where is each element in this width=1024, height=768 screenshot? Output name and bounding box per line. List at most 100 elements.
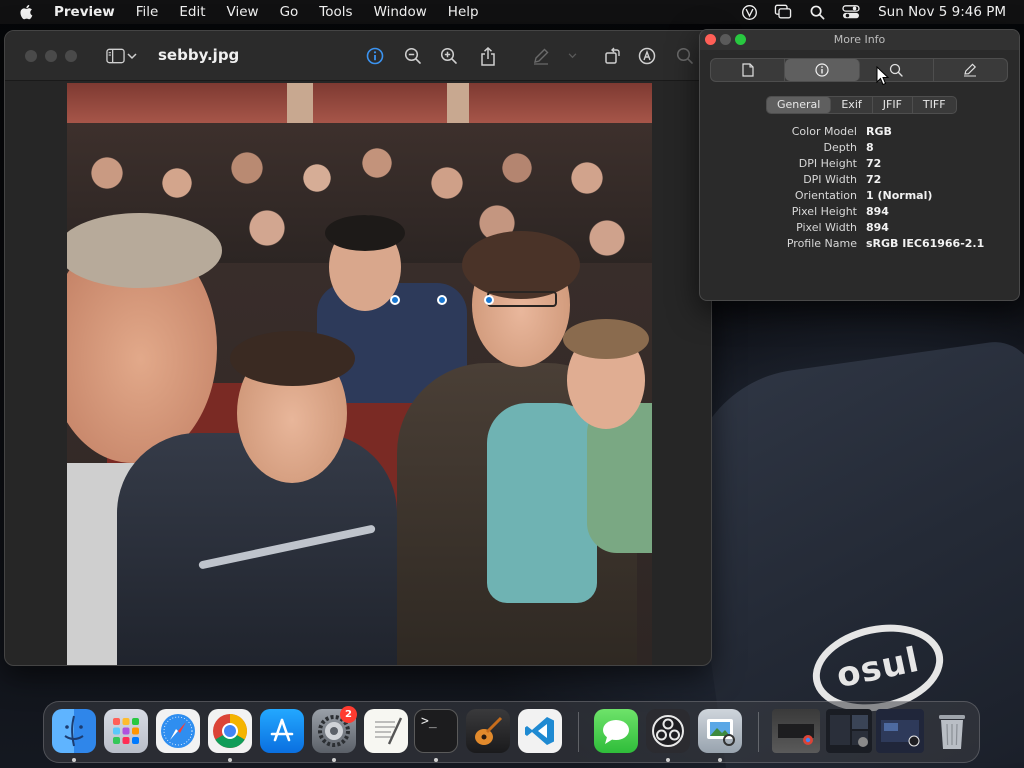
- more-info-window: More Info General Exif JFIF TIFF Color M…: [699, 29, 1020, 301]
- annotate-icon[interactable]: [635, 44, 659, 68]
- photo-person-boy2-hair: [563, 319, 649, 359]
- dock-chrome-icon[interactable]: [208, 709, 252, 753]
- info-zoom-button[interactable]: [735, 34, 746, 45]
- property-row: Depth 8: [700, 141, 1019, 157]
- info-icon: [815, 63, 829, 77]
- preview-window: sebby.jpg: [4, 30, 712, 666]
- property-key: Orientation: [794, 189, 857, 202]
- dock-minimized-window[interactable]: [772, 709, 820, 753]
- inspector-segment-annotations[interactable]: [934, 59, 1007, 81]
- dock-running-indicator: [228, 758, 232, 762]
- spotlight-icon[interactable]: [808, 3, 826, 21]
- menu-view[interactable]: View: [227, 4, 259, 20]
- dock-minimized-window[interactable]: [876, 709, 924, 753]
- window-minimize-button[interactable]: [45, 50, 57, 62]
- menu-bar: Preview File Edit View Go Tools Window H…: [0, 0, 1024, 24]
- menu-help[interactable]: Help: [448, 4, 479, 20]
- more-info-titlebar: More Info: [700, 30, 1019, 50]
- dock-trash-icon[interactable]: [930, 709, 974, 753]
- apple-icon[interactable]: [18, 3, 36, 21]
- property-row: DPI Height 72: [700, 157, 1019, 173]
- dock-safari-icon[interactable]: [156, 709, 200, 753]
- photo-person-woman-glasses: [487, 291, 557, 307]
- photo-person-back-hair: [325, 215, 405, 251]
- info-minimize-button[interactable]: [720, 34, 731, 45]
- zoom-in-icon[interactable]: [437, 44, 461, 68]
- menu-window[interactable]: Window: [374, 4, 427, 20]
- inspector-segment-document[interactable]: [711, 59, 786, 81]
- property-value: sRGB IEC61966-2.1: [866, 237, 985, 250]
- info-tab-bar: General Exif JFIF TIFF: [766, 96, 957, 114]
- dock-textedit-icon[interactable]: [364, 709, 408, 753]
- menu-bar-clock[interactable]: Sun Nov 5 9:46 PM: [878, 4, 1006, 20]
- document-icon: [742, 63, 754, 77]
- photo-person-boy-hair: [230, 331, 355, 386]
- tab-exif[interactable]: Exif: [831, 97, 873, 113]
- chevron-down-icon[interactable]: [125, 44, 139, 68]
- selection-handle[interactable]: [484, 295, 494, 305]
- property-value: 1 (Normal): [866, 189, 933, 202]
- property-key: Depth: [823, 141, 857, 154]
- dock-messages-icon[interactable]: [594, 709, 638, 753]
- property-key: Pixel Width: [796, 221, 857, 234]
- window-zoom-button[interactable]: [65, 50, 77, 62]
- menu-edit[interactable]: Edit: [179, 4, 205, 20]
- inspector-segment-info[interactable]: [785, 59, 860, 81]
- terminal-prompt-text: >_: [421, 714, 437, 729]
- property-key: Color Model: [791, 125, 857, 138]
- rotate-icon[interactable]: [600, 44, 624, 68]
- property-value: 894: [866, 205, 889, 218]
- menu-bar-status-area: Sun Nov 5 9:46 PM: [724, 0, 1006, 24]
- dock-garageband-icon[interactable]: [466, 709, 510, 753]
- dock-launchpad-icon[interactable]: [104, 709, 148, 753]
- search-icon[interactable]: [673, 44, 697, 68]
- property-row: Pixel Height 894: [700, 205, 1019, 221]
- property-value: RGB: [866, 125, 892, 138]
- info-close-button[interactable]: [705, 34, 716, 45]
- inspector-segment-control: [710, 58, 1008, 82]
- window-close-button[interactable]: [25, 50, 37, 62]
- selection-handle[interactable]: [437, 295, 447, 305]
- dock-app-store-icon[interactable]: [260, 709, 304, 753]
- property-key: DPI Width: [803, 173, 857, 186]
- search-icon: [889, 63, 903, 77]
- menu-app-preview[interactable]: Preview: [54, 4, 115, 20]
- dock-running-indicator: [72, 758, 76, 762]
- tab-jfif[interactable]: JFIF: [873, 97, 913, 113]
- property-row: DPI Width 72: [700, 173, 1019, 189]
- tab-tiff[interactable]: TIFF: [913, 97, 956, 113]
- menu-go[interactable]: Go: [280, 4, 299, 20]
- dock-running-indicator: [434, 758, 438, 762]
- info-icon[interactable]: [363, 44, 387, 68]
- property-list: Color Model RGB Depth 8 DPI Height 72 DP…: [700, 125, 1019, 253]
- pencil-icon: [964, 63, 977, 77]
- menu-file[interactable]: File: [136, 4, 159, 20]
- dock-obs-icon[interactable]: [646, 709, 690, 753]
- dock-finder-icon[interactable]: [52, 709, 96, 753]
- inspector-segment-search[interactable]: [860, 59, 934, 81]
- dock-preview-icon[interactable]: [698, 709, 742, 753]
- dock-running-indicator: [666, 758, 670, 762]
- screen-mirroring-icon[interactable]: [774, 3, 792, 21]
- dock: 2 >_: [43, 701, 980, 763]
- vpn-icon[interactable]: [740, 3, 758, 21]
- document-title[interactable]: sebby.jpg: [158, 46, 239, 64]
- tab-general[interactable]: General: [767, 97, 832, 113]
- property-value: 72: [866, 157, 882, 170]
- property-key: DPI Height: [798, 157, 857, 170]
- markup-chevron-icon[interactable]: [565, 44, 579, 68]
- control-center-icon[interactable]: [842, 3, 860, 21]
- photo-person-woman-hair: [462, 231, 580, 299]
- selection-handle[interactable]: [390, 295, 400, 305]
- markup-pen-icon[interactable]: [529, 44, 553, 68]
- dock-terminal-icon[interactable]: >_: [414, 709, 458, 753]
- dock-minimized-window[interactable]: [826, 709, 872, 753]
- zoom-out-icon[interactable]: [401, 44, 425, 68]
- share-icon[interactable]: [476, 44, 500, 68]
- document-image[interactable]: [67, 83, 652, 665]
- menu-tools[interactable]: Tools: [319, 4, 352, 20]
- property-row: Color Model RGB: [700, 125, 1019, 141]
- property-row: Profile Name sRGB IEC61966-2.1: [700, 237, 1019, 253]
- sidebar-icon[interactable]: [103, 44, 127, 68]
- dock-vscode-icon[interactable]: [518, 709, 562, 753]
